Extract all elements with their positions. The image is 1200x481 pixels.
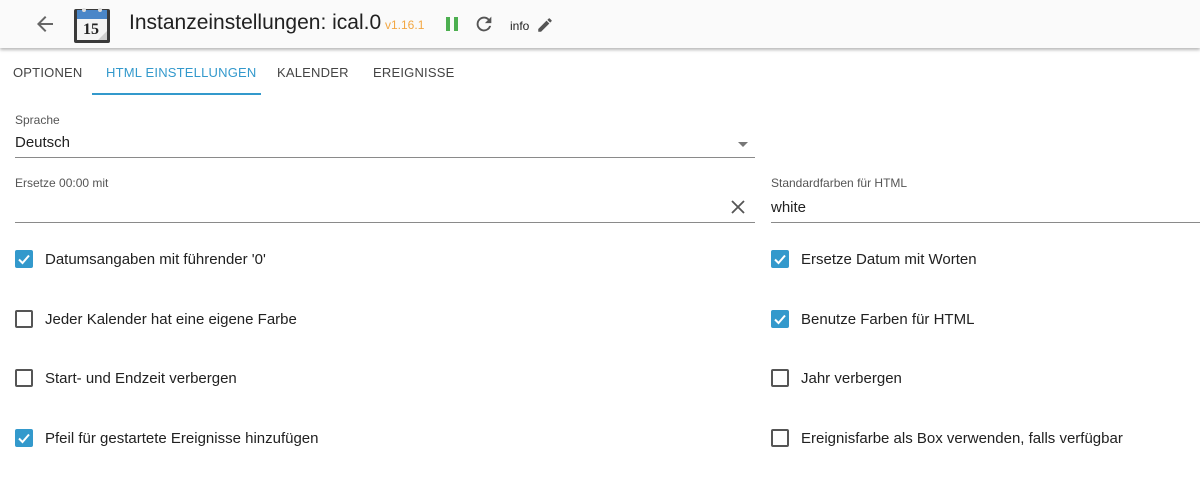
- checkbox-label: Jahr verbergen: [801, 369, 902, 387]
- checkbox-empty-icon: [771, 429, 789, 447]
- tab-calendar[interactable]: KALENDER: [277, 65, 349, 80]
- checkbox-hide-times[interactable]: Start- und Endzeit verbergen: [15, 366, 237, 390]
- tab-events[interactable]: EREIGNISSE: [373, 65, 454, 80]
- checkbox-empty-icon: [15, 369, 33, 387]
- app-header: 15 Instanzeinstellungen: ical.0 v1.16.1 …: [0, 0, 1200, 48]
- back-arrow-icon[interactable]: [33, 12, 57, 36]
- default-color-underline: [771, 222, 1200, 223]
- check-icon: [15, 250, 33, 268]
- checkbox-label: Datumsangaben mit führender '0': [45, 250, 266, 268]
- tab-options[interactable]: OPTIONEN: [13, 65, 83, 80]
- tab-html-settings[interactable]: HTML EINSTELLUNGEN: [106, 65, 256, 80]
- reload-icon[interactable]: [473, 13, 495, 35]
- language-label: Sprache: [15, 113, 60, 127]
- replace-midnight-label: Ersetze 00:00 mit: [15, 176, 109, 190]
- page-title: Instanzeinstellungen: ical.0: [129, 11, 382, 34]
- close-icon[interactable]: [729, 198, 747, 216]
- replace-midnight-underline: [15, 222, 755, 223]
- check-icon: [771, 250, 789, 268]
- checkbox-label: Jeder Kalender hat eine eigene Farbe: [45, 310, 297, 328]
- checkbox-empty-icon: [771, 369, 789, 387]
- pause-icon[interactable]: [444, 14, 460, 34]
- checkbox-label: Pfeil für gestartete Ereignisse hinzufüg…: [45, 429, 319, 447]
- checkbox-leading-zero[interactable]: Datumsangaben mit führender '0': [15, 247, 266, 271]
- check-icon: [15, 429, 33, 447]
- checkbox-label: Ereignisfarbe als Box verwenden, falls v…: [801, 429, 1123, 447]
- info-link[interactable]: info: [510, 19, 529, 33]
- language-select[interactable]: [15, 128, 755, 158]
- tab-bar: OPTIONEN HTML EINSTELLUNGEN KALENDER ERE…: [0, 48, 1200, 95]
- checkbox-calendar-color[interactable]: Jeder Kalender hat eine eigene Farbe: [15, 307, 297, 331]
- checkbox-empty-icon: [15, 310, 33, 328]
- check-icon: [771, 310, 789, 328]
- checkbox-arrow-started[interactable]: Pfeil für gestartete Ereignisse hinzufüg…: [15, 426, 319, 450]
- checkbox-label: Start- und Endzeit verbergen: [45, 369, 237, 387]
- calendar-day: 15: [83, 21, 99, 38]
- version-label: v1.16.1: [385, 18, 425, 32]
- replace-midnight-input[interactable]: [15, 196, 715, 218]
- checkbox-label: Benutze Farben für HTML: [801, 310, 975, 328]
- checkbox-html-colors[interactable]: Benutze Farben für HTML: [771, 307, 974, 331]
- default-color-label: Standardfarben für HTML: [771, 176, 908, 190]
- checkbox-hide-year[interactable]: Jahr verbergen: [771, 366, 902, 390]
- pencil-icon[interactable]: [536, 16, 554, 34]
- calendar-icon: 15: [72, 5, 112, 45]
- language-underline: [15, 157, 755, 158]
- checkbox-event-color-box[interactable]: Ereignisfarbe als Box verwenden, falls v…: [771, 426, 1123, 450]
- default-color-input[interactable]: [771, 196, 1191, 218]
- caret-down-icon[interactable]: [738, 142, 748, 147]
- active-tab-indicator: [92, 93, 261, 95]
- language-value: Deutsch: [15, 134, 71, 151]
- checkbox-date-words[interactable]: Ersetze Datum mit Worten: [771, 247, 977, 271]
- checkbox-label: Ersetze Datum mit Worten: [801, 250, 977, 268]
